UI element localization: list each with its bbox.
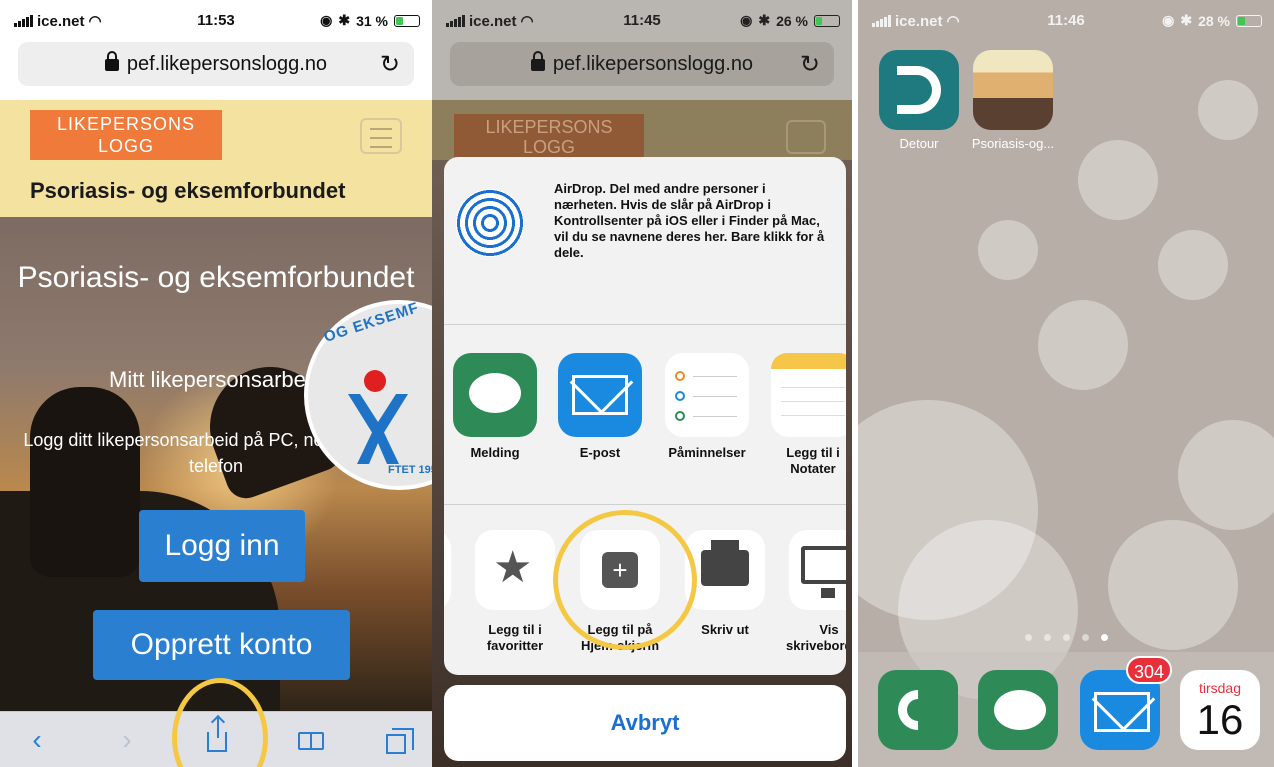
bluetooth-icon: ✱ (338, 12, 351, 28)
notes-icon (771, 353, 846, 437)
battery-icon (1236, 14, 1262, 27)
messages-icon[interactable] (978, 670, 1058, 750)
emblem-figure (348, 394, 408, 464)
share-apps-row: Melding E-post Påminnelser Legg til i No… (444, 325, 846, 505)
logo-line1: LIKEPERSONS (56, 114, 196, 134)
logo-line2: LOGG (522, 137, 575, 157)
share-app-reminders[interactable]: Påminnelser (664, 353, 750, 461)
star-icon: ★ (475, 530, 555, 610)
mail-icon[interactable]: 304 (1080, 656, 1172, 750)
share-action-partial[interactable] (444, 530, 454, 610)
address-bar[interactable]: pef.likepersonslogg.no ↻ (18, 42, 414, 86)
app-label: Påminnelser (668, 445, 746, 460)
screenshot-safari-page: ice.net ◠ 11:53 ◉ ✱ 31 % pef.likepersons… (0, 0, 432, 767)
screenshot-home-screen: ice.net ◠ 11:46 ◉ ✱ 28 % Detour Psoriasi… (858, 0, 1274, 767)
share-action-favorites[interactable]: ★ Legg til i favoritter (472, 530, 558, 654)
reminders-icon (665, 353, 749, 437)
partial-action-icon (444, 530, 451, 610)
reload-icon[interactable]: ↻ (380, 50, 400, 79)
url-text: pef.likepersonslogg.no (126, 52, 328, 75)
action-label: Legg til i favoritter (486, 622, 544, 653)
bluetooth-icon: ✱ (758, 12, 771, 28)
address-bar: pef.likepersonslogg.no ↻ (450, 42, 834, 86)
menu-icon (786, 120, 826, 154)
share-app-notes[interactable]: Legg til i Notater (770, 353, 846, 477)
mail-icon (558, 353, 642, 437)
battery-percent: 31 % (356, 12, 388, 29)
mail-badge: 304 (1125, 656, 1172, 684)
emblem-dot (364, 370, 386, 392)
share-app-messages[interactable]: Melding (452, 353, 538, 461)
airdrop-icon (456, 189, 524, 257)
desktop-icon (789, 530, 846, 610)
lock-icon (104, 51, 119, 71)
bokeh-light (1078, 140, 1158, 220)
bokeh-light (1178, 420, 1274, 530)
alarm-icon: ◉ (740, 12, 753, 28)
lock-icon (530, 51, 545, 71)
status-bar: ice.net ◠ 11:53 ◉ ✱ 31 % (0, 0, 432, 42)
tabs-icon[interactable] (384, 724, 414, 756)
bluetooth-icon: ✱ (1180, 12, 1193, 28)
battery-icon (814, 14, 840, 27)
status-bar: ice.net ◠ 11:45 ◉ ✱ 26 % (432, 0, 852, 42)
battery-percent: 28 % (1198, 12, 1230, 29)
back-icon[interactable]: ‹ (22, 724, 52, 756)
create-account-button[interactable]: Opprett konto (93, 610, 350, 680)
alarm-icon: ◉ (1162, 12, 1175, 28)
web-clip-thumbnail (973, 50, 1053, 130)
dimmed-logo: LIKEPERSONS LOGG (454, 114, 644, 160)
site-logo[interactable]: LIKEPERSONS LOGG (30, 110, 222, 160)
share-app-mail[interactable]: E-post (557, 353, 643, 461)
home-app-detour[interactable]: Detour (874, 50, 964, 151)
calendar-icon[interactable]: tirsdag 16 (1180, 670, 1260, 750)
action-label: Skriv ut (701, 622, 749, 637)
battery-percent: 26 % (776, 12, 808, 29)
logo-line1: LIKEPERSONS (485, 117, 613, 137)
site-header: LIKEPERSONS LOGG Psoriasis- og eksemforb… (0, 100, 432, 217)
app-label: Legg til i Notater (786, 445, 840, 476)
dock: 304 tirsdag 16 (858, 652, 1274, 767)
calendar-date: 16 (1196, 696, 1244, 743)
app-label: E-post (579, 445, 621, 460)
app-label: Melding (470, 445, 520, 460)
app-label: Detour (899, 136, 939, 151)
messages-icon (453, 353, 537, 437)
dimmed-site-header: LIKEPERSONS LOGG (432, 100, 852, 160)
bokeh-light (1158, 230, 1228, 300)
screenshot-share-sheet: ice.net ◠ 11:45 ◉ ✱ 26 % pef.likepersons… (432, 0, 852, 767)
add-to-home-highlight-circle (553, 510, 697, 650)
home-app-web-clip[interactable]: Psoriasis-og... (968, 50, 1058, 151)
logo-line2: LOGG (97, 136, 154, 156)
reload-icon: ↻ (799, 51, 820, 78)
climber-silhouette (30, 387, 140, 577)
forward-icon: › (122, 724, 132, 755)
printer-icon (685, 530, 765, 610)
battery-icon (394, 14, 420, 27)
bokeh-light (978, 220, 1038, 280)
alarm-icon: ◉ (320, 12, 333, 28)
organization-name: Psoriasis- og eksemforbundet (30, 178, 346, 203)
bokeh-light (1198, 80, 1258, 140)
app-label: Psoriasis-og... (971, 136, 1055, 151)
emblem-year: FTET 1952 (388, 464, 432, 476)
cancel-button[interactable]: Avbryt (444, 685, 846, 761)
detour-icon (879, 50, 959, 130)
status-bar: ice.net ◠ 11:46 ◉ ✱ 28 % (858, 0, 1274, 42)
page-indicator[interactable] (858, 628, 1274, 646)
calendar-day: tirsdag (1198, 680, 1242, 696)
airdrop-section[interactable]: AirDrop. Del med andre personer i nærhet… (444, 157, 846, 325)
login-button[interactable]: Logg inn (139, 510, 305, 582)
bookmarks-icon[interactable] (296, 724, 326, 756)
action-label: Vis skrivebordsversjon (786, 622, 846, 653)
airdrop-description: AirDrop. Del med andre personer i nærhet… (554, 181, 825, 260)
share-action-desktop-site[interactable]: Vis skrivebordsversjon (786, 530, 846, 654)
url-text: pef.likepersonslogg.no (552, 52, 754, 75)
menu-icon[interactable] (360, 118, 402, 154)
hero-title: Psoriasis- og eksemforbundet (17, 261, 415, 294)
phone-icon[interactable] (878, 670, 958, 750)
bokeh-light (1038, 300, 1128, 390)
